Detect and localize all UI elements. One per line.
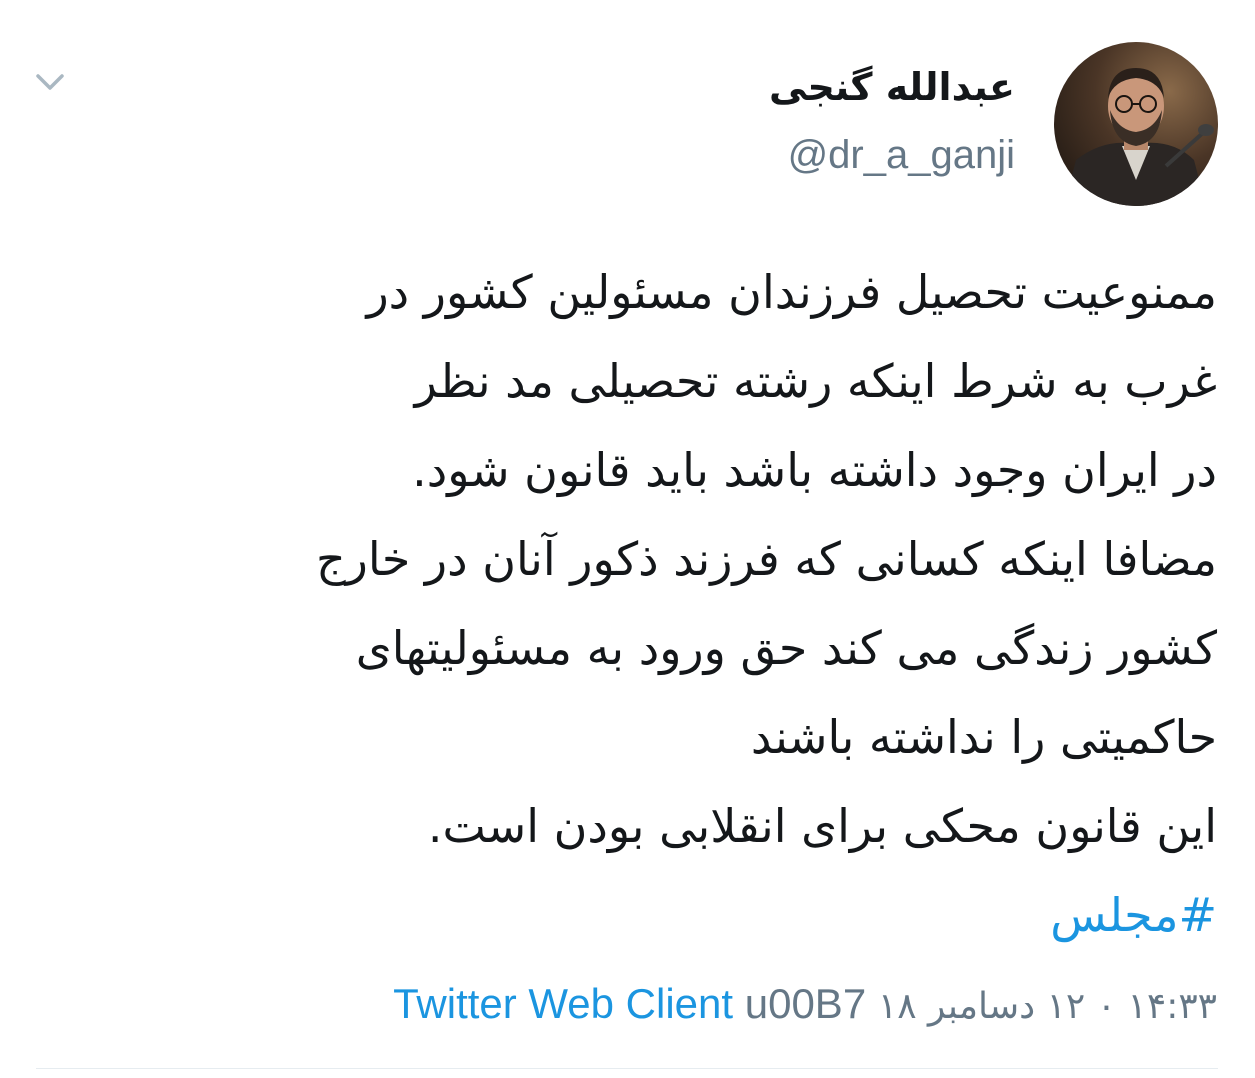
separator: u00B7	[744, 980, 867, 1027]
tweet-text-line: غرب به شرط اینکه رشته تحصیلی مد نظر	[414, 354, 1217, 408]
tweet-text-line: مضافا اینکه کسانی که فرزند ذکور آنان در …	[315, 532, 1217, 586]
divider	[36, 1068, 1218, 1069]
tweet-text-line: این قانون محکی برای انقلابی بودن است.	[427, 799, 1217, 853]
timestamp-link[interactable]: ۱۴:۳۳ ۰ ۱۲ دسامبر ۱۸	[878, 986, 1217, 1027]
source-link[interactable]: Twitter Web Client	[393, 980, 733, 1027]
author-display-name[interactable]: عبدالله گنجی	[769, 62, 1015, 112]
tweet-text-line: در ایران وجود داشته باشد باید قانون شود.	[412, 443, 1217, 497]
hashtag-link[interactable]: #مجلس	[1050, 888, 1217, 942]
chevron-down-icon	[36, 74, 64, 90]
tweet-metadata: Twitter Web Client u00B7 ۱۴:۳۳ ۰ ۱۲ دسام…	[393, 976, 1217, 1035]
avatar[interactable]	[1054, 42, 1218, 206]
more-options-button[interactable]	[30, 62, 70, 102]
tweet-text: ممنوعیت تحصیل فرزندان مسئولین کشور در غر…	[22, 248, 1217, 960]
profile-photo	[1054, 42, 1218, 206]
author-handle[interactable]: @dr_a_ganji	[788, 130, 1015, 180]
tweet-text-line: کشور زندگی می کند حق ورود به مسئولیتهای	[355, 621, 1217, 675]
tweet-text-line: حاکمیتی را نداشته باشند	[750, 710, 1217, 764]
tweet-card: عبدالله گنجی @dr_a_ganji ممنوعیت تحصیل ف…	[0, 0, 1255, 1078]
tweet-text-line: ممنوعیت تحصیل فرزندان مسئولین کشور در	[366, 265, 1217, 319]
